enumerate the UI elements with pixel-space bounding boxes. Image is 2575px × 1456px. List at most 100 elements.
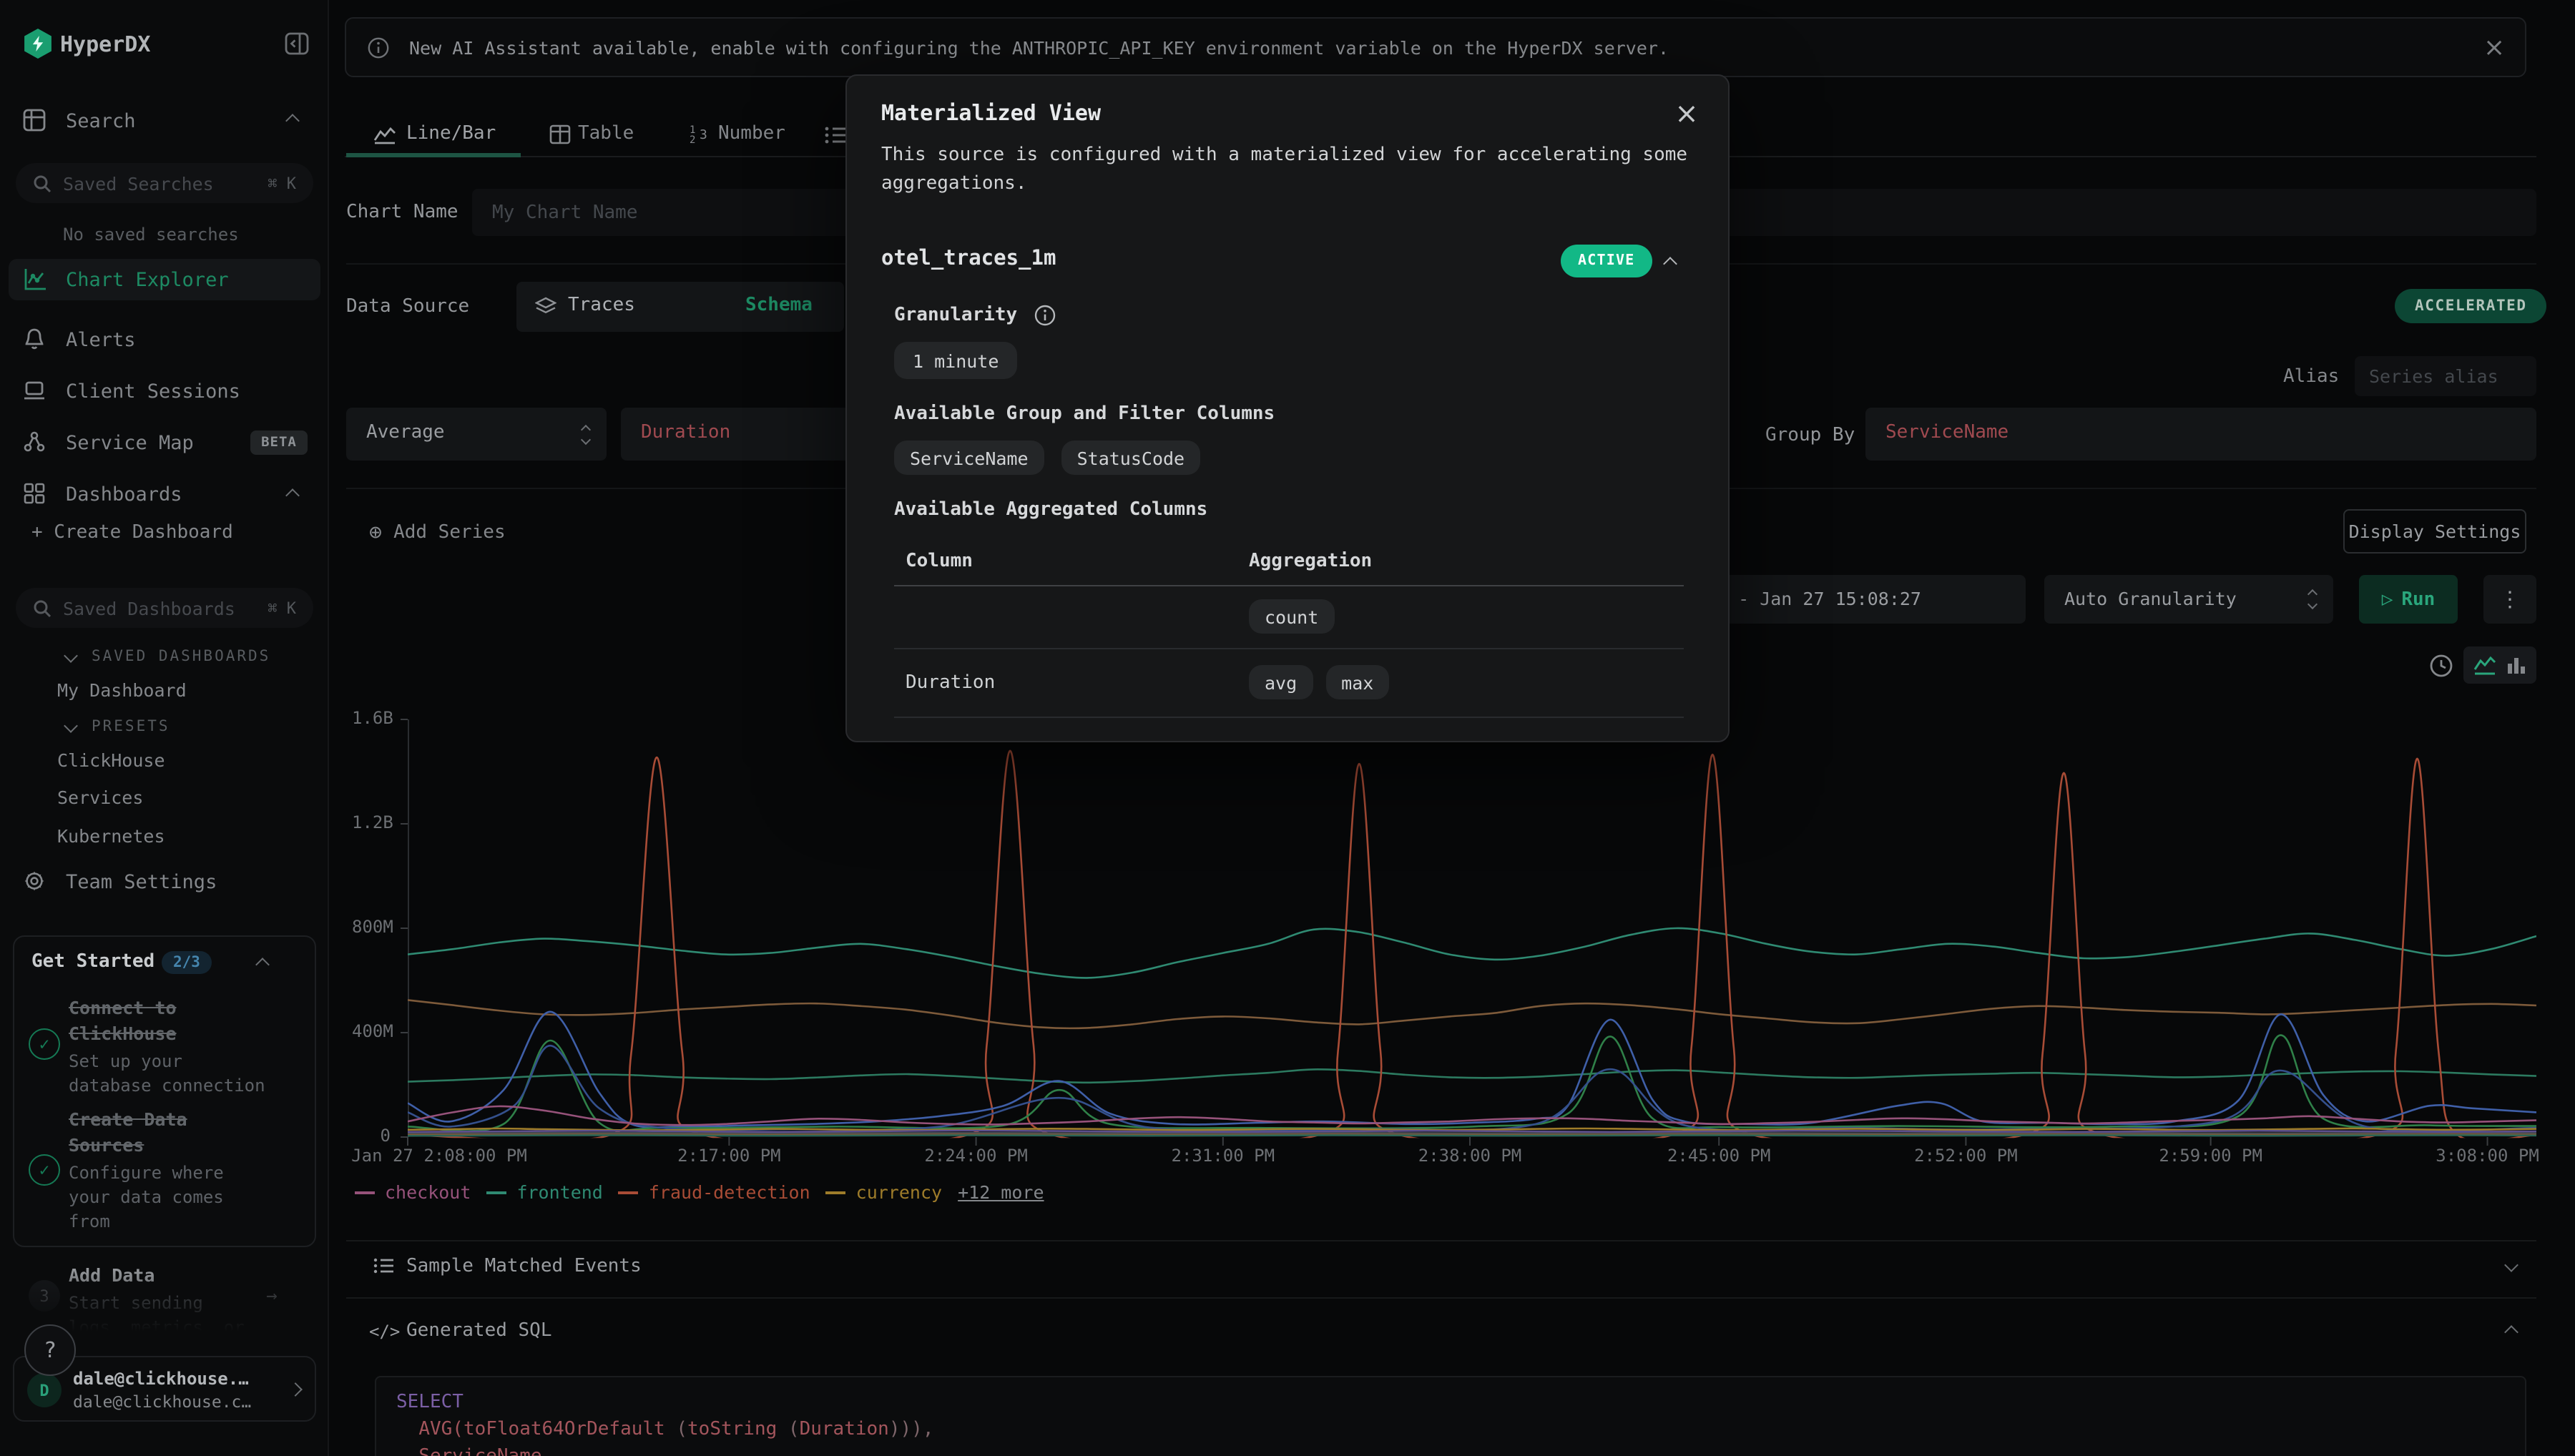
run-button[interactable]: ▷Run (2359, 575, 2458, 624)
sidebar-item-chart-explorer[interactable]: Chart Explorer (9, 259, 320, 300)
generated-sql-chevron-icon[interactable] (2504, 1325, 2518, 1339)
banner-text: New AI Assistant available, enable with … (409, 37, 1669, 59)
group-by-label: Group By (1765, 425, 1855, 446)
sidebar-item-search[interactable]: Search (66, 110, 136, 133)
modal-title: Materialized View (881, 100, 1101, 126)
banner-close-icon[interactable]: × (2483, 36, 2505, 62)
legend-item[interactable]: currency (826, 1181, 942, 1203)
sidebar-collapse-icon[interactable] (285, 31, 309, 56)
saved-dashboards-section-chevron-icon[interactable] (64, 649, 78, 663)
avatar: D (27, 1373, 62, 1407)
check-circle-icon: ✓ (29, 1028, 60, 1060)
x-axis-tick-label: 2:45:00 PM (1667, 1146, 1771, 1166)
plus-circle-icon: ⊕ (369, 519, 382, 545)
legend-item[interactable]: checkout (355, 1181, 471, 1203)
granularity-select[interactable]: Auto Granularity (2044, 575, 2333, 624)
tab-number[interactable]: Number (718, 123, 785, 144)
modal-close-icon[interactable]: × (1668, 94, 1705, 132)
data-source-label: Data Source (346, 296, 469, 318)
sidebar-item-client-sessions[interactable]: Client Sessions (66, 380, 240, 403)
sidebar-item-clickhouse[interactable]: ClickHouse (57, 749, 165, 771)
line-chart-icon[interactable] (2473, 655, 2496, 675)
field-value: Duration (641, 422, 730, 443)
ai-assistant-banner: New AI Assistant available, enable with … (345, 17, 2526, 77)
presets-section-chevron-icon[interactable] (64, 719, 78, 733)
chip: ServiceName (894, 441, 1044, 475)
generated-sql-section-header[interactable]: Generated SQL (406, 1320, 552, 1342)
get-started-title: Get Started (31, 951, 154, 973)
sidebar-item-kubernetes[interactable]: Kubernetes (57, 825, 165, 847)
sample-events-section-header[interactable]: Sample Matched Events (406, 1256, 642, 1277)
modal-description: This source is configured with a materia… (881, 142, 1702, 200)
alias-input[interactable]: Series alias (2355, 356, 2536, 396)
dashboards-icon (23, 482, 46, 505)
time-range-input[interactable]: 7 - Jan 27 15:08:27 (1711, 575, 2026, 624)
legend-item[interactable]: frontend (486, 1181, 602, 1203)
presets-section-label[interactable]: PRESETS (92, 718, 170, 735)
info-icon[interactable] (1034, 305, 1056, 326)
view-collapse-chevron-icon[interactable] (1663, 257, 1677, 271)
sql-line: ServiceName, (396, 1443, 2505, 1456)
help-button[interactable]: ? (24, 1324, 76, 1376)
alerts-icon (23, 328, 46, 350)
beta-badge: BETA (250, 431, 308, 455)
timeseries-chart[interactable]: 1.6B1.2B800M400M0 Jan 27 2:08:00 PM2:17:… (352, 709, 2555, 1224)
create-dashboard-button[interactable]: + Create Dashboard (31, 522, 233, 543)
get-started-item[interactable]: Add Data Start sending logs, metrics, or… (69, 1263, 249, 1352)
sidebar-item-alerts[interactable]: Alerts (66, 329, 136, 352)
get-started-item[interactable]: Connect to ClickHouse Set up your databa… (69, 995, 272, 1099)
y-axis-tick-label: 400M (352, 1021, 391, 1041)
hyperdx-logo-icon (23, 29, 53, 59)
get-started-collapse-chevron-icon[interactable] (255, 958, 270, 972)
sidebar-item-services[interactable]: Services (57, 787, 143, 808)
schema-link[interactable]: Schema (745, 295, 813, 316)
group-by-input[interactable]: ServiceName (1865, 408, 2536, 461)
sidebar-item-team-settings[interactable]: Team Settings (66, 871, 217, 894)
saved-searches-input[interactable]: Saved Searches ⌘ K (16, 163, 313, 203)
client-sessions-icon (23, 379, 46, 402)
table-tab-icon (549, 124, 571, 144)
search-collapse-chevron-icon[interactable] (285, 114, 300, 128)
group-filter-columns-label: Available Group and Filter Columns (894, 403, 1275, 425)
aggregation-select[interactable]: Average (346, 408, 607, 461)
sidebar: HyperDX Search Saved Searches ⌘ K No sav… (0, 0, 329, 1456)
clock-icon[interactable] (2429, 654, 2453, 678)
get-started-item[interactable]: Create Data Sources Configure where your… (69, 1107, 272, 1235)
chart-explorer-icon (23, 267, 47, 292)
sidebar-item-dashboards[interactable]: Dashboards (66, 483, 182, 506)
sample-events-chevron-icon[interactable] (2504, 1258, 2518, 1272)
play-icon: ▷ (2382, 589, 2393, 610)
group-by-value: ServiceName (1885, 422, 2008, 443)
get-started-panel: Get Started 2/3 ✓ Connect to ClickHouse … (13, 935, 316, 1247)
table-header-divider (894, 585, 1684, 586)
x-axis-tick-label: 2:24:00 PM (924, 1146, 1028, 1166)
chart-name-label: Chart Name (346, 202, 458, 223)
x-axis-tick-label: 2:59:00 PM (2159, 1146, 2262, 1166)
sidebar-item-my-dashboard[interactable]: My Dashboard (57, 679, 187, 701)
dashboards-collapse-chevron-icon[interactable] (285, 488, 300, 503)
legend-item[interactable]: fraud-detection (619, 1181, 810, 1203)
table-bottom-divider (894, 717, 1684, 718)
add-series-button[interactable]: ⊕ Add Series (369, 519, 506, 545)
sql-line: SELECT (396, 1389, 2505, 1416)
bar-chart-icon[interactable] (2506, 655, 2526, 675)
chart-canvas[interactable] (396, 709, 2536, 1153)
sql-code-block: SELECT AVG(toFloat64OrDefault (toString … (375, 1376, 2526, 1456)
tab-line-bar[interactable]: Line/Bar (406, 123, 496, 144)
y-axis-tick-label: 0 (352, 1126, 391, 1146)
saved-dashboards-input[interactable]: Saved Dashboards ⌘ K (16, 588, 313, 628)
display-settings-button[interactable]: Display Settings (2343, 509, 2526, 554)
legend-dash-icon (826, 1191, 846, 1194)
legend-more-link[interactable]: +12 more (958, 1181, 1044, 1203)
saved-dashboards-section-label[interactable]: SAVED DASHBOARDS (92, 648, 270, 665)
aggregated-columns-label: Available Aggregated Columns (894, 499, 1207, 521)
status-badge: ACTIVE (1561, 245, 1652, 277)
data-source-select[interactable]: Traces Schema (516, 282, 844, 332)
more-menu-button[interactable]: ⋮ (2483, 575, 2536, 624)
arrow-right-icon: → (266, 1286, 278, 1307)
team-settings-icon (23, 870, 46, 892)
tab-table[interactable]: Table (578, 123, 634, 144)
table-row-divider (894, 648, 1684, 649)
table-header-aggregation: Aggregation (1249, 551, 1372, 572)
sidebar-item-service-map[interactable]: Service Map (66, 432, 194, 455)
